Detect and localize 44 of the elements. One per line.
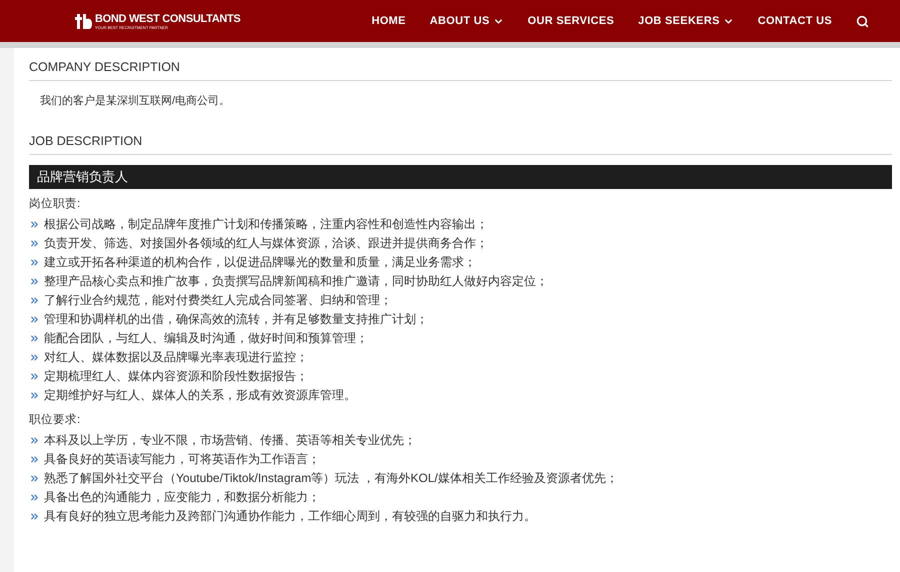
list-item-text: 熟悉了解国外社交平台（Youtube/Tiktok/Instagram等）玩法 ，有海外KOL/媒体相关工作经验及资源者优先；: [44, 470, 618, 487]
bullet-icon: [29, 473, 40, 484]
list-item-text: 本科及以上学历，专业不限，市场营销、传播、英语等相关专业优先；: [44, 432, 416, 449]
nav-link[interactable]: HOME: [360, 15, 418, 27]
bullet-icon: [29, 333, 40, 344]
bullet-icon: [29, 352, 40, 363]
bullet-icon: [29, 492, 40, 503]
bullet-icon: [29, 390, 40, 401]
list-item-text: 根据公司战略，制定品牌年度推广计划和传播策略，注重内容性和创造性内容输出；: [44, 216, 488, 233]
list-label: 职位要求:: [29, 412, 82, 427]
brand-name: BOND WEST CONSULTANTS: [95, 12, 240, 24]
bullet-icon: [29, 276, 40, 287]
bullet-icon: [29, 314, 40, 325]
bullet-icon: [29, 435, 40, 446]
company-text: 我们的客户是某深圳互联网/电商公司。: [40, 94, 232, 108]
list-item-text: 建立或开拓各种渠道的机构合作，以促进品牌曝光的数量和质量，满足业务需求；: [44, 254, 476, 271]
list-item-text: 能配合团队，与红人、编辑及时沟通，做好时间和预算管理；: [44, 330, 368, 347]
list-item-text: 了解行业合约规范，能对付费类红人完成合同签署、归纳和管理；: [44, 292, 392, 309]
bullet-icon: [29, 257, 40, 268]
list-item-text: 管理和协调样机的出借，确保高效的流转，并有足够数量支持推广计划；: [44, 311, 428, 328]
bullet-icon: [29, 454, 40, 465]
list-item-text: 定期维护好与红人、媒体人的关系，形成有效资源库管理。: [44, 387, 356, 404]
list-label: 岗位职责:: [29, 196, 82, 211]
list-item-text: 具有良好的独立思考能力及跨部门沟通协作能力，工作细心周到，有较强的自驱力和执行力。: [44, 508, 536, 525]
section-heading: JOB DESCRIPTION: [29, 126, 892, 155]
logo-icon: [74, 13, 92, 29]
list-item-text: 定期梳理红人、媒体内容资源和阶段性数据报告；: [44, 368, 308, 385]
list-item-text: 具备出色的沟通能力，应变能力，和数据分析能力；: [44, 489, 320, 506]
nav-link[interactable]: CONTACT US: [746, 15, 844, 27]
section-heading: COMPANY DESCRIPTION: [29, 52, 892, 81]
bullet-icon: [29, 511, 40, 522]
list-item-text: 对红人、媒体数据以及品牌曝光率表现进行监控；: [44, 349, 308, 366]
list-item-text: 具备良好的英语读写能力，可将英语作为工作语言；: [44, 451, 320, 468]
bullet-icon: [29, 295, 40, 306]
list-item-text: 整理产品核心卖点和推广故事，负责撰写品牌新闻稿和推广邀请，同时协助红人做好内容定位；: [44, 273, 548, 290]
nav-link[interactable]: OUR SERVICES: [516, 15, 626, 27]
job-title-bar: 品牌营销负责人: [29, 165, 892, 189]
bullet-icon: [29, 238, 40, 249]
search-icon: [856, 14, 869, 28]
nav-link[interactable]: JOB SEEKERS: [626, 15, 746, 27]
bullet-icon: [29, 219, 40, 230]
nav-link[interactable]: ABOUT US: [418, 15, 516, 27]
list-item-text: 负责开发、筛选、对接国外各领域的红人与媒体资源，洽谈、跟进并提供商务合作；: [44, 235, 488, 252]
bullet-icon: [29, 371, 40, 382]
